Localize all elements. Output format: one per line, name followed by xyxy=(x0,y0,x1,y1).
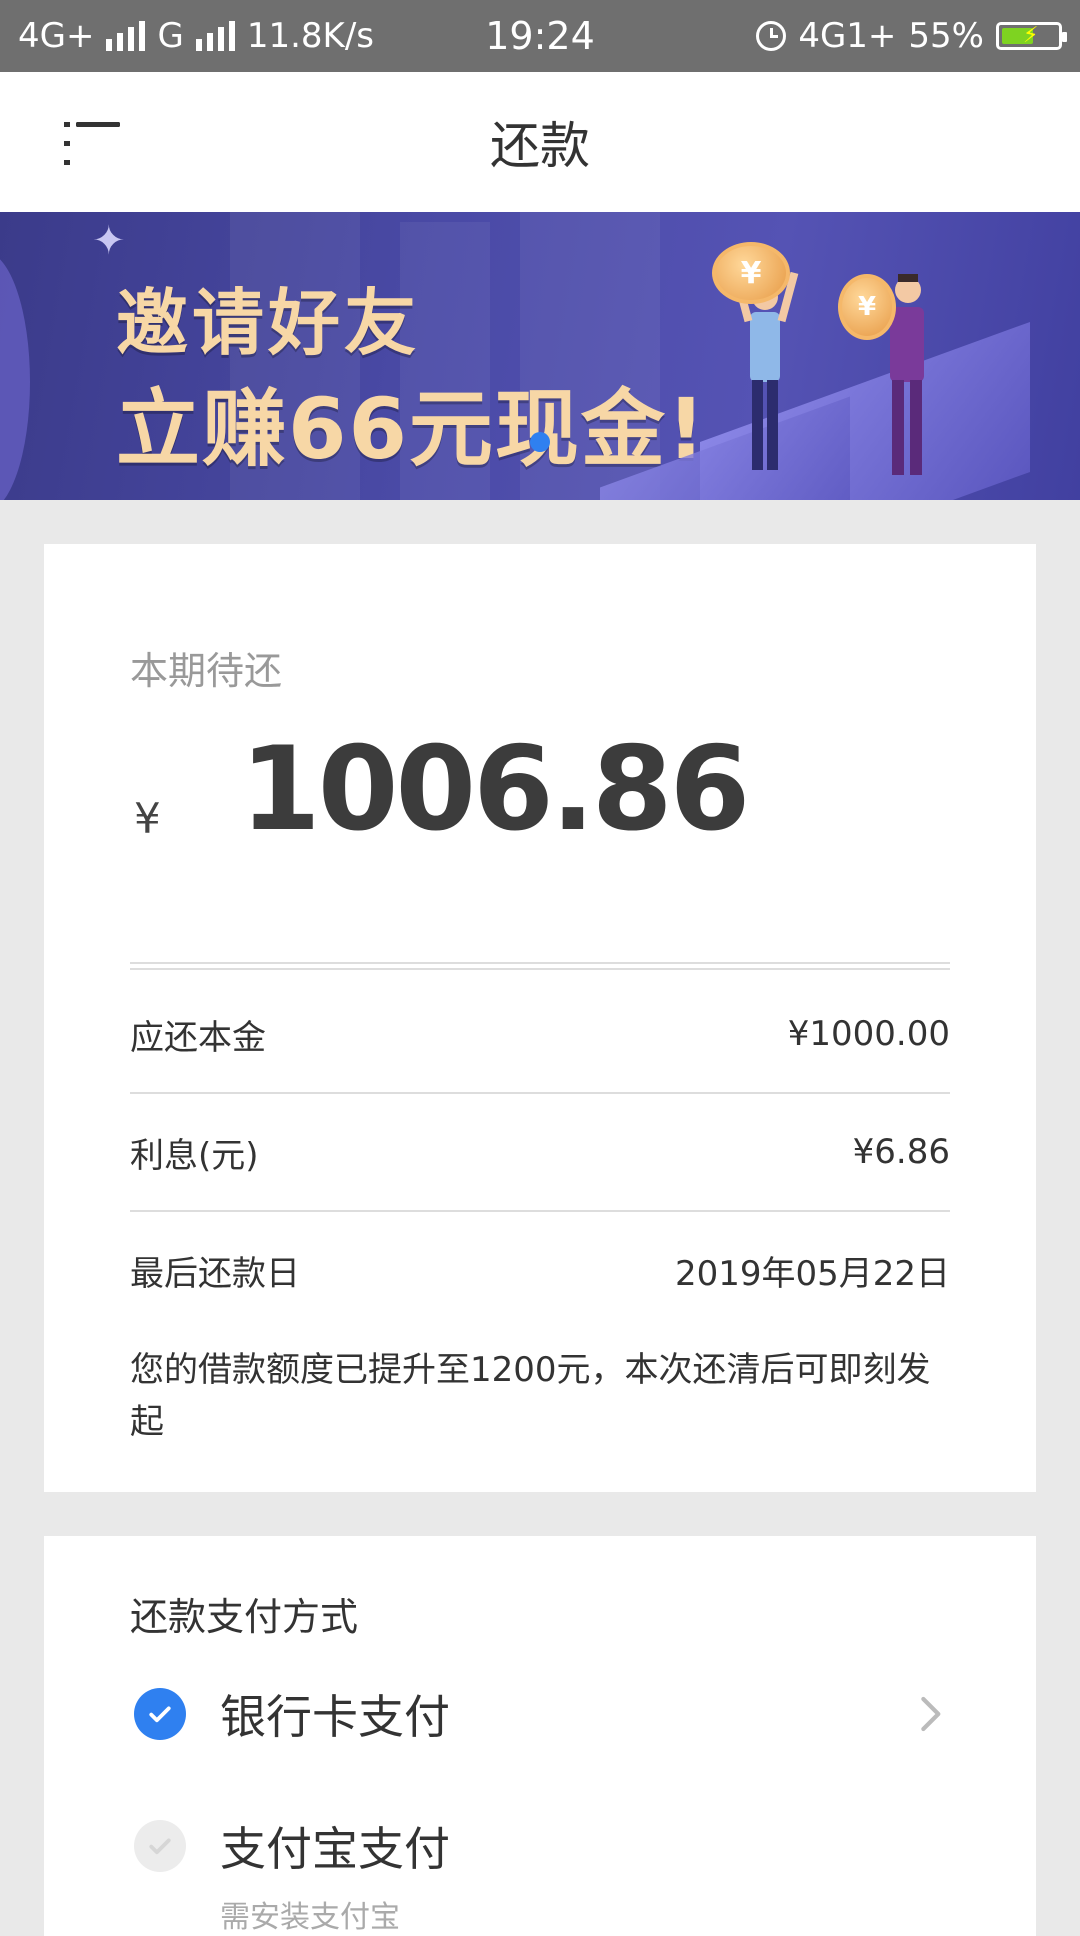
payment-option-label: 支付宝支付 xyxy=(220,1822,450,1876)
check-circle-icon[interactable] xyxy=(134,1688,186,1740)
network-speed: 11.8K/s xyxy=(246,16,374,56)
network-type-3: 4G1+ xyxy=(798,16,897,56)
principal-row: 应还本金 ¥1000.00 xyxy=(130,976,950,1094)
page-title: 还款 xyxy=(490,117,590,175)
currency-symbol: ¥ xyxy=(134,794,161,843)
interest-row: 利息(元) ¥6.86 xyxy=(130,1094,950,1212)
due-date-label: 最后还款日 xyxy=(130,1253,300,1294)
sparkle-icon: ✦ xyxy=(92,218,126,264)
due-date-value: 2019年05月22日 xyxy=(674,1253,950,1294)
banner-headline: 邀请好友 xyxy=(116,281,421,365)
battery-percent: 55% xyxy=(908,16,984,56)
battery-icon: ⚡ xyxy=(996,22,1067,50)
alipay-note: 需安装支付宝 xyxy=(220,1900,400,1935)
network-type-1: 4G+ xyxy=(18,16,95,56)
payment-method-title: 还款支付方式 xyxy=(130,1595,359,1639)
due-label: 本期待还 xyxy=(130,649,283,693)
chevron-right-icon[interactable] xyxy=(910,1692,950,1736)
interest-value: ¥6.86 xyxy=(852,1132,950,1172)
signal-icon-2 xyxy=(195,21,235,51)
payment-method-card: 还款支付方式 银行卡支付 支付宝支付 需安装支付宝 xyxy=(44,1536,1036,1936)
payment-option-bank-card[interactable]: 银行卡支付 xyxy=(130,1674,950,1754)
banner-subheadline: 立赚66元现金! xyxy=(116,380,708,478)
interest-label: 利息(元) xyxy=(130,1135,259,1176)
check-circle-icon-unselected[interactable] xyxy=(134,1820,186,1872)
divider xyxy=(130,962,950,970)
principal-label: 应还本金 xyxy=(130,1017,266,1058)
coin-icon: ¥ xyxy=(712,242,790,304)
alarm-icon xyxy=(756,21,787,51)
repayment-card: 本期待还 ¥ 1006.86 应还本金 ¥1000.00 利息(元) ¥6.86… xyxy=(44,544,1036,1492)
menu-icon[interactable] xyxy=(64,122,120,166)
status-left: 4G+ G 11.8K/s xyxy=(18,16,374,56)
credit-limit-notice: 您的借款额度已提升至1200元，本次还清后可即刻发起 xyxy=(130,1350,931,1442)
network-type-2: G xyxy=(157,16,184,56)
promo-banner[interactable]: ✦ 邀请好友 立赚66元现金! ¥ ¥ xyxy=(0,212,1080,500)
principal-value: ¥1000.00 xyxy=(787,1014,950,1054)
app-header: 还款 xyxy=(0,72,1080,212)
due-date-row: 最后还款日 2019年05月22日 xyxy=(130,1212,950,1328)
signal-icon xyxy=(106,21,146,51)
coin-icon-2: ¥ xyxy=(838,274,896,340)
status-bar: 4G+ G 11.8K/s 19:24 4G1+ 55% ⚡ xyxy=(0,0,1080,72)
status-right: 4G1+ 55% ⚡ xyxy=(756,16,1067,56)
payment-option-label: 银行卡支付 xyxy=(220,1690,450,1744)
due-amount: 1006.86 xyxy=(240,722,750,857)
payment-option-alipay[interactable]: 支付宝支付 xyxy=(130,1806,950,1886)
carousel-indicator[interactable] xyxy=(530,432,550,452)
